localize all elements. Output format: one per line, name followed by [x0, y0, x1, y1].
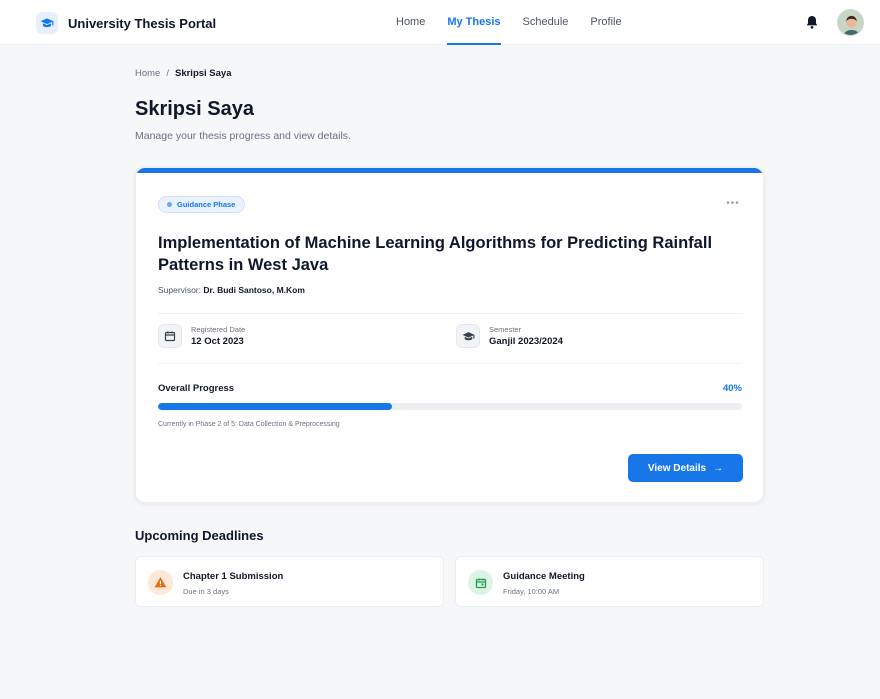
breadcrumb-home[interactable]: Home [135, 68, 160, 79]
more-options-icon[interactable]: ••• [724, 198, 742, 210]
card-accent-bar [136, 168, 763, 173]
nav-item-profile[interactable]: Profile [590, 0, 621, 45]
semester: Semester Ganjil 2023/2024 [456, 324, 563, 348]
page-title: Skripsi Saya [135, 98, 254, 120]
nav-item-my-thesis[interactable]: My Thesis [447, 0, 501, 45]
progress-bar [158, 403, 742, 410]
status-badge: Guidance Phase [158, 196, 246, 213]
graduation-cap-icon [36, 12, 58, 34]
supervisor-label: Supervisor: [158, 285, 201, 295]
section-title-upcoming-deadlines: Upcoming Deadlines [135, 528, 264, 543]
status-badge-label: Guidance Phase [177, 200, 236, 209]
supervisor-line: Supervisor: Dr. Budi Santoso, M.Kom [158, 285, 305, 295]
view-details-label: View Details [647, 462, 707, 474]
deadline-card[interactable]: Chapter 1 Submission Due in 3 days [135, 556, 444, 607]
thesis-card: Guidance Phase ••• Implementation of Mac… [135, 167, 764, 503]
deadline-subtitle: Due in 3 days [183, 587, 229, 596]
deadline-subtitle: Friday, 10:00 AM [503, 587, 560, 596]
registered-date-label: Registered Date [191, 325, 246, 334]
progress-percentage: 40% [722, 383, 742, 394]
page-subtitle: Manage your thesis progress and view det… [135, 130, 351, 142]
progress-bar-fill [158, 403, 392, 410]
calendar-icon [158, 324, 182, 348]
registered-date: Registered Date 12 Oct 2023 [158, 324, 245, 348]
arrow-right-icon: → [713, 462, 724, 474]
main-nav: Home My Thesis Schedule Profile [396, 0, 644, 45]
thesis-title: Implementation of Machine Learning Algor… [158, 234, 713, 274]
deadline-title: Guidance Meeting [503, 571, 585, 582]
supervisor-name: Dr. Budi Santoso, M.Kom [203, 285, 305, 295]
warning-icon [148, 570, 173, 595]
semester-value: Ganjil 2023/2024 [489, 336, 563, 347]
deadline-card[interactable]: Guidance Meeting Friday, 10:00 AM [455, 556, 764, 607]
top-navigation-bar: University Thesis Portal Home My Thesis … [0, 0, 880, 45]
breadcrumb-current: Skripsi Saya [174, 68, 232, 79]
progress-label: Overall Progress [158, 383, 235, 394]
status-dot [167, 202, 172, 207]
app-title: University Thesis Portal [68, 15, 217, 31]
calendar-icon [468, 570, 493, 595]
avatar[interactable] [837, 9, 864, 36]
nav-item-home[interactable]: Home [396, 0, 425, 45]
divider [158, 313, 742, 314]
nav-item-schedule[interactable]: Schedule [523, 0, 569, 45]
progress-note: Currently in Phase 2 of 5: Data Collecti… [158, 421, 340, 428]
breadcrumb: Home / Skripsi Saya [135, 68, 232, 79]
divider [158, 363, 742, 364]
brand[interactable]: University Thesis Portal [36, 12, 216, 34]
registered-date-value: 12 Oct 2023 [191, 336, 244, 347]
deadline-title: Chapter 1 Submission [183, 571, 284, 582]
view-details-button[interactable]: View Details → [628, 454, 743, 482]
breadcrumb-separator: / [166, 68, 169, 79]
graduation-cap-icon [456, 324, 480, 348]
bell-icon[interactable] [804, 14, 820, 30]
semester-label: Semester [489, 325, 522, 334]
